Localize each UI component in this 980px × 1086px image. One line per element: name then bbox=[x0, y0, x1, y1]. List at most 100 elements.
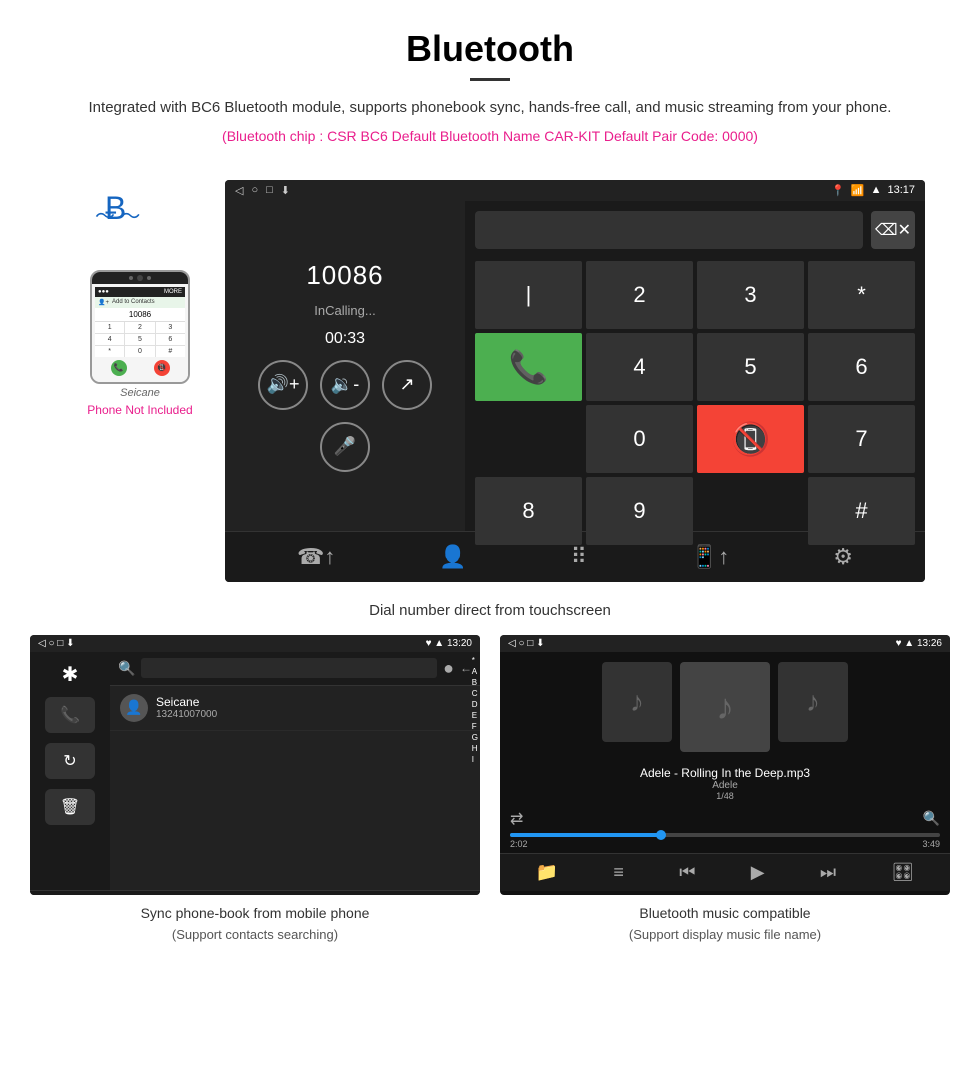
pb-contact-row[interactable]: 👤 Seicane 13241007000 bbox=[110, 686, 480, 731]
phonebook-main: 🔍 ● ← 👤 Seicane 13241007000 bbox=[110, 652, 480, 890]
dialpad-key-hash[interactable]: # bbox=[808, 477, 915, 545]
delete-icon: ⌫✕ bbox=[875, 220, 911, 240]
refresh-icon: ↻ bbox=[63, 751, 76, 771]
dialpad-key-4[interactable]: 4 bbox=[586, 333, 693, 401]
pb-search-dot: ● bbox=[443, 658, 454, 679]
progress-current: 2:02 bbox=[510, 839, 528, 849]
dialpad-delete-button[interactable]: ⌫✕ bbox=[871, 211, 915, 249]
transfer-button[interactable]: ↗ bbox=[382, 360, 432, 410]
phonebook-screen: ◁ ○ □ ⬇ ♥ ▲ 13:20 ✱ 📞 ↻ 🗑 bbox=[30, 635, 480, 895]
phone-key-5[interactable]: 5 bbox=[125, 334, 154, 345]
home-icon: ○ bbox=[251, 184, 258, 197]
dialpad-end-button[interactable]: 📵 bbox=[697, 405, 804, 473]
alpha-C[interactable]: C bbox=[472, 689, 478, 698]
music-nav-folder[interactable]: 📁 bbox=[536, 862, 558, 883]
phone-key-2[interactable]: 2 bbox=[125, 322, 154, 333]
phone-dot-2 bbox=[147, 276, 151, 280]
phone-key-0[interactable]: 0 bbox=[125, 346, 154, 357]
title-divider bbox=[470, 78, 510, 81]
volume-up-icon: 🔊+ bbox=[267, 374, 300, 395]
phone-dialer-header: ●●● MORE bbox=[95, 287, 185, 297]
alpha-E[interactable]: E bbox=[472, 711, 478, 720]
phone-key-4[interactable]: 4 bbox=[95, 334, 124, 345]
phone-status-right: MORE bbox=[164, 289, 182, 295]
back-nav-icon: ◁ bbox=[235, 184, 243, 197]
phone-key-1[interactable]: 1 bbox=[95, 322, 124, 333]
phone-add-contact-bar: 👤+ Add to Contacts bbox=[95, 297, 185, 308]
music-caption: Bluetooth music compatible (Support disp… bbox=[500, 895, 950, 949]
phone-end-button[interactable]: 📵 bbox=[154, 360, 170, 376]
dialpad-key-0[interactable]: 0 bbox=[586, 405, 693, 473]
phone-sidebar-btn[interactable]: 📞 bbox=[45, 697, 95, 733]
dialpad-key-9[interactable]: 9 bbox=[586, 477, 693, 545]
bluetooth-specs: (Bluetooth chip : CSR BC6 Default Blueto… bbox=[40, 128, 940, 144]
phonebook-status-bar: ◁ ○ □ ⬇ ♥ ▲ 13:20 bbox=[30, 635, 480, 652]
pb-search-icon: 🔍 bbox=[118, 660, 135, 677]
progress-bar[interactable] bbox=[510, 833, 940, 837]
progress-times: 2:02 3:49 bbox=[510, 839, 940, 849]
alpha-A[interactable]: A bbox=[472, 667, 478, 676]
status-time: 13:17 bbox=[887, 184, 915, 196]
dialpad-key-star[interactable]: * bbox=[808, 261, 915, 329]
nav-call-transfer[interactable]: ☎↑ bbox=[297, 544, 335, 570]
dialpad-key-8[interactable]: 8 bbox=[475, 477, 582, 545]
dialpad-key-6[interactable]: 6 bbox=[808, 333, 915, 401]
phone-status-left: ●●● bbox=[98, 289, 109, 295]
wifi-icon: ▲ bbox=[871, 184, 882, 196]
album-art-left: ♪ bbox=[602, 662, 672, 742]
nav-dialpad[interactable]: ⠿ bbox=[571, 544, 587, 570]
music-progress: 2:02 3:49 bbox=[500, 833, 950, 853]
alpha-H[interactable]: H bbox=[472, 744, 478, 753]
phone-key-6[interactable]: 6 bbox=[156, 334, 185, 345]
dialpad-key-5[interactable]: 5 bbox=[697, 333, 804, 401]
main-demo-area: 〜 Ƀ 〜 ●●● MORE 👤+ Add to Contacts 10086 bbox=[0, 180, 980, 592]
phone-key-3[interactable]: 3 bbox=[156, 322, 185, 333]
volume-up-button[interactable]: 🔊+ bbox=[258, 360, 308, 410]
shuffle-icon[interactable]: ⇄ bbox=[510, 809, 523, 829]
alpha-star[interactable]: * bbox=[472, 656, 478, 665]
dialpad-nav-icon: ⠿ bbox=[571, 544, 587, 570]
delete-sidebar-btn[interactable]: 🗑 bbox=[45, 789, 95, 825]
music-nav-playlist[interactable]: ≡ bbox=[613, 862, 624, 883]
volume-down-button[interactable]: 🔉- bbox=[320, 360, 370, 410]
phone-key-star[interactable]: * bbox=[95, 346, 124, 357]
dialpad-key-3[interactable]: 3 bbox=[697, 261, 804, 329]
call-timer: 00:33 bbox=[325, 330, 365, 348]
trash-icon: 🗑 bbox=[60, 797, 80, 817]
alpha-B[interactable]: B bbox=[472, 678, 478, 687]
alpha-F[interactable]: F bbox=[472, 722, 478, 731]
pb-search-input[interactable] bbox=[141, 658, 437, 678]
phone-screen: ●●● MORE 👤+ Add to Contacts 10086 1 2 3 … bbox=[92, 284, 188, 382]
phonebook-caption-sub: (Support contacts searching) bbox=[172, 927, 338, 942]
dialpad-key-2[interactable]: 2 bbox=[586, 261, 693, 329]
alpha-G[interactable]: G bbox=[472, 733, 478, 742]
contacts-nav-icon: 👤 bbox=[439, 544, 466, 570]
music-search-icon[interactable]: 🔍 bbox=[923, 810, 940, 827]
phonebook-layout: ✱ 📞 ↻ 🗑 🔍 ● bbox=[30, 652, 480, 890]
dialpad-call-button[interactable]: 📞 bbox=[475, 333, 582, 401]
pb-contact-number: 13241007000 bbox=[156, 709, 217, 720]
dialpad-key-7[interactable]: 7 bbox=[808, 405, 915, 473]
music-note-center: ♪ bbox=[716, 686, 734, 728]
music-nav-equalizer[interactable]: 🎛 bbox=[891, 862, 914, 883]
refresh-sidebar-btn[interactable]: ↻ bbox=[45, 743, 95, 779]
music-nav-prev[interactable]: ⏮ bbox=[679, 862, 695, 883]
dialpad-key-1[interactable]: | bbox=[475, 261, 582, 329]
phone-call-button[interactable]: 📞 bbox=[111, 360, 127, 376]
music-nav-play[interactable]: ▶ bbox=[751, 862, 765, 883]
mute-button[interactable]: 🎤 bbox=[320, 422, 370, 472]
alpha-I[interactable]: I bbox=[472, 755, 478, 764]
nav-settings[interactable]: ⚙ bbox=[833, 544, 853, 570]
music-artist: Adele bbox=[510, 780, 940, 791]
dialpad-input-box[interactable] bbox=[475, 211, 863, 249]
phone-key-hash[interactable]: # bbox=[156, 346, 185, 357]
music-nav-next[interactable]: ⏭ bbox=[820, 862, 836, 883]
phone-top-bar bbox=[92, 272, 188, 284]
call-number: 10086 bbox=[306, 260, 383, 291]
bottom-screenshots: ◁ ○ □ ⬇ ♥ ▲ 13:20 ✱ 📞 ↻ 🗑 bbox=[0, 635, 980, 949]
alpha-D[interactable]: D bbox=[472, 700, 478, 709]
download-icon: ⬇ bbox=[281, 184, 290, 197]
status-left: ◁ ○ □ ⬇ bbox=[235, 184, 290, 197]
nav-phonebook[interactable]: 📱↑ bbox=[691, 544, 729, 570]
nav-contacts[interactable]: 👤 bbox=[439, 544, 466, 570]
